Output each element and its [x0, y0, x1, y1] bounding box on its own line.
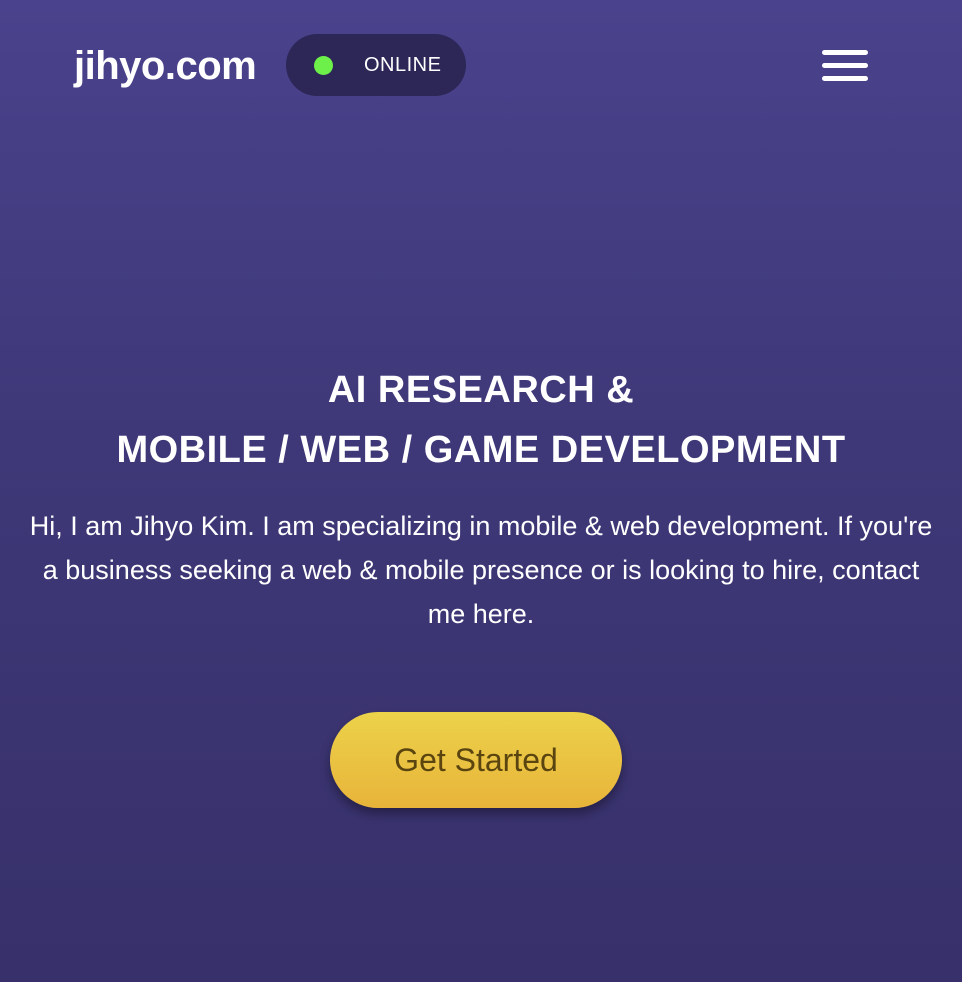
status-label: ONLINE — [364, 54, 442, 76]
online-status-dot-icon — [314, 56, 333, 75]
status-badge: ONLINE — [286, 34, 466, 96]
site-logo[interactable]: jihyo.com — [74, 40, 257, 92]
get-started-button[interactable]: Get Started — [330, 712, 622, 808]
hero-title-line-1: AI RESEARCH & — [327, 369, 635, 411]
hero-title-line-2: MOBILE / WEB / GAME DEVELOPMENT — [116, 429, 846, 471]
menu-bar-bottom — [822, 76, 868, 81]
hero-title: AI RESEARCH & MOBILE / WEB / GAME DEVELO… — [0, 360, 962, 480]
hero-description: Hi, I am Jihyo Kim. I am specializing in… — [29, 511, 933, 629]
menu-bar-top — [822, 50, 868, 55]
hamburger-menu-icon[interactable] — [822, 48, 870, 84]
hero-section: AI RESEARCH & MOBILE / WEB / GAME DEVELO… — [0, 360, 962, 636]
site-header: jihyo.com ONLINE — [0, 0, 962, 134]
menu-bar-middle — [822, 63, 868, 68]
